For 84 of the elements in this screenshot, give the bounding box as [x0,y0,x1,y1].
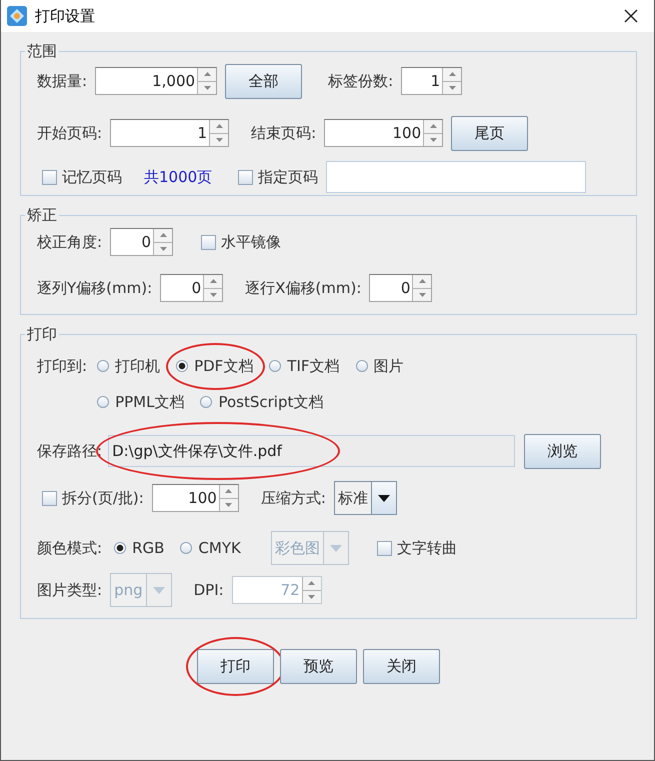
up-arrow-icon [418,279,426,284]
radio-button[interactable] [356,360,368,372]
field-label: 校正角度: [37,232,102,252]
radio-label: CMYK [198,539,241,557]
up-arrow-icon [448,72,456,76]
field-label: 压缩方式: [260,488,326,508]
number-spinner[interactable]: 1 [401,67,462,95]
save-path-field[interactable]: D:\gp\文件保存\文件.pdf [108,435,516,467]
down-arrow-icon [418,292,426,297]
radio-button[interactable] [114,542,126,554]
field-label: 开始页码: [37,124,102,142]
field-label: 结束页码: [251,124,316,142]
caret-icon [152,586,165,594]
radio-label: 图片 [374,356,404,376]
group-title: 打印 [26,325,58,344]
checkbox[interactable] [376,540,392,556]
up-arrow-icon [204,72,211,76]
radio-label: 打印机 [115,356,160,376]
last-page-button[interactable]: 尾页 [451,116,528,150]
dialog-button[interactable]: 打印 [197,649,274,684]
checkbox-label: 文字转曲 [396,538,457,558]
checkbox-label: 记忆页码 [62,168,122,186]
checkbox[interactable] [201,234,216,250]
checkbox[interactable] [42,490,57,506]
caret-icon [330,544,342,552]
number-spinner[interactable]: 100 [152,484,239,512]
up-arrow-icon [308,581,316,586]
checkbox-label: 指定页码 [258,168,318,186]
up-arrow-icon [430,124,437,128]
checkbox-label: 水平镜像 [221,232,282,252]
page-total: 共1000页 [144,168,212,186]
page-input-field[interactable] [326,161,586,193]
field-label: 颜色模式: [37,538,102,558]
up-arrow-icon [210,279,217,284]
group-title: 范围 [26,42,58,61]
checkbox[interactable] [238,170,254,184]
up-arrow-icon [160,233,167,238]
checkbox-label: 拆分(页/批): [62,488,144,508]
radio-label: PDF文档 [194,356,254,376]
down-arrow-icon [308,594,316,599]
number-spinner[interactable]: 0 [110,228,174,256]
down-arrow-icon [225,502,232,507]
down-arrow-icon [160,246,167,251]
radio-label: PPML文档 [115,392,184,412]
number-spinner[interactable]: 100 [324,119,444,147]
browse-button[interactable]: 浏览 [524,434,602,468]
radio-button[interactable] [200,396,212,408]
dialog-button[interactable]: 关闭 [363,649,440,684]
field-label: 逐列Y偏移(mm): [37,278,152,298]
radio-label: PostScript文档 [218,392,324,412]
down-arrow-icon [448,86,456,90]
radio-button[interactable] [269,360,282,372]
window-title: 打印设置 [35,6,95,26]
all-button[interactable]: 全部 [225,64,302,98]
down-arrow-icon [204,86,211,90]
dialog-button[interactable]: 预览 [280,649,357,684]
field-label: 保存路径: [37,442,102,460]
group-title: 矫正 [26,206,58,225]
radio-button[interactable] [97,396,110,408]
down-arrow-icon [216,138,223,142]
number-spinner[interactable]: 0 [369,274,432,302]
radio-label: RGB [132,539,164,557]
up-arrow-icon [216,124,223,128]
up-arrow-icon [225,489,232,494]
field-label: 标签份数: [328,72,394,90]
number-spinner[interactable]: 1 [110,119,230,147]
number-spinner[interactable]: 1,000 [95,67,218,95]
field-label: 打印到: [37,356,88,377]
radio-button[interactable] [97,360,110,372]
radio-button[interactable] [176,360,188,372]
field-label: 逐行X偏移(mm): [245,278,362,298]
down-arrow-icon [430,138,437,142]
compression-dropdown[interactable]: 标准 [334,481,397,515]
number-spinner[interactable]: 0 [160,274,224,302]
field-label: DPI: [194,581,224,599]
app-icon [7,6,27,26]
close-icon[interactable] [624,9,638,23]
checkbox[interactable] [42,170,57,184]
field-label: 数据量: [37,72,88,90]
down-arrow-icon [210,292,217,297]
radio-label: TIF文档 [287,356,340,376]
radio-button[interactable] [180,542,192,554]
caret-icon [378,494,390,502]
field-label: 图片类型: [37,580,102,600]
